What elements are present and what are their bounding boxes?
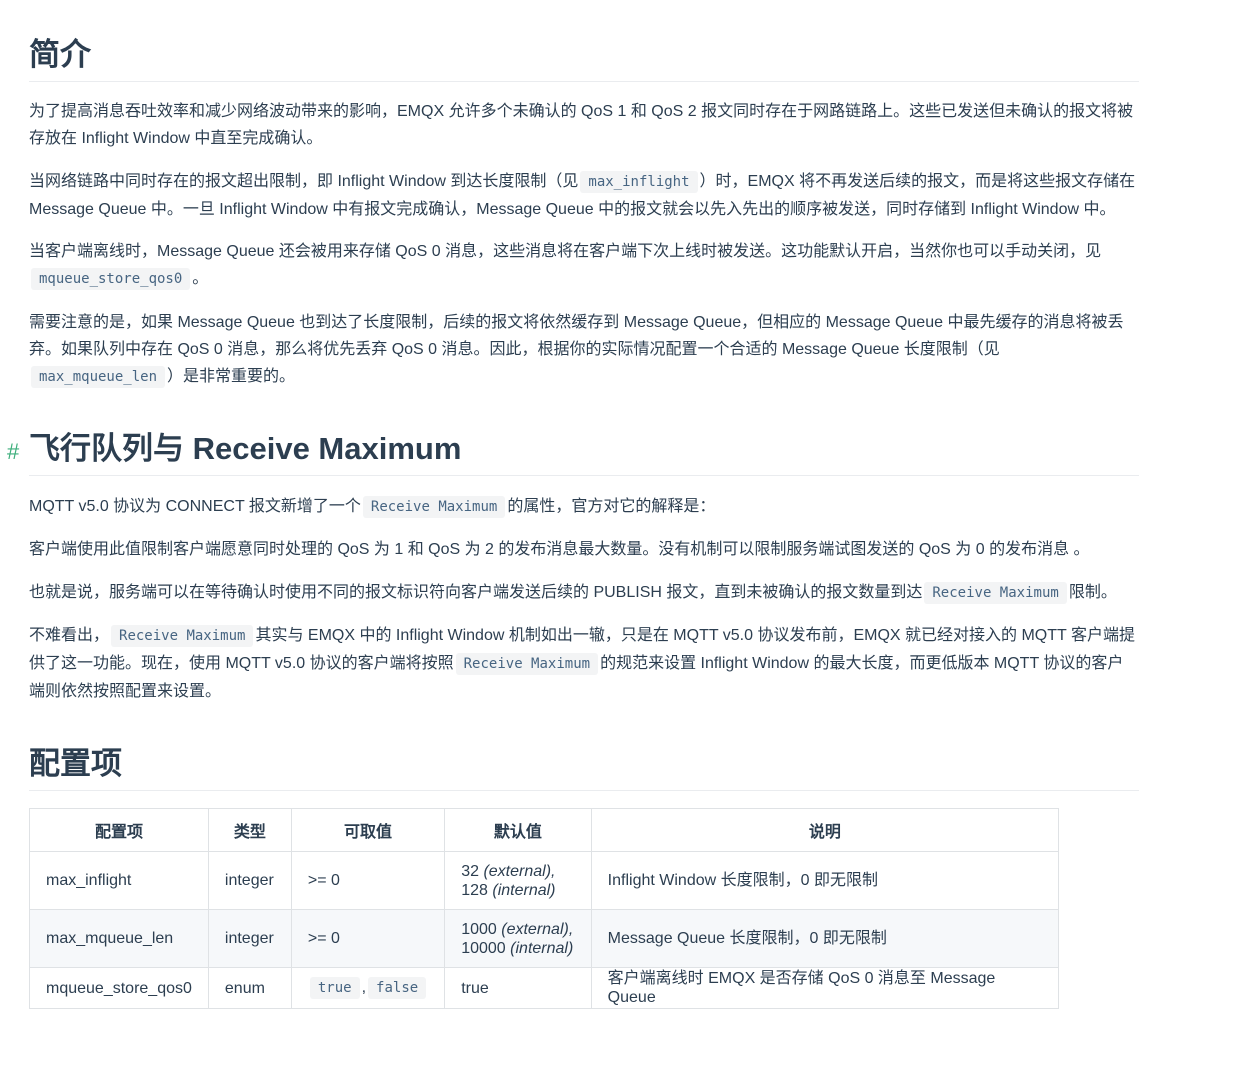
receive-maximum-code: Receive Maximum bbox=[362, 496, 506, 518]
receive-paragraph-4: 不难看出， Receive Maximum 其实与 EMQX 中的 Inflight… bbox=[29, 625, 1135, 700]
intro-heading: 简介 bbox=[29, 36, 1139, 82]
table-row: mqueue_store_qos0 enum true, false true 客… bbox=[29, 967, 1060, 1009]
max-inflight-code: max_inflight bbox=[580, 171, 698, 193]
config-name-cell: mqueue_store_qos0 bbox=[29, 967, 209, 1009]
column-header: 配置项 bbox=[29, 808, 209, 852]
column-header: 可取值 bbox=[290, 808, 446, 852]
config-type-cell: enum bbox=[207, 967, 292, 1009]
column-header: 说明 bbox=[590, 808, 1060, 852]
config-range-cell: >= 0 bbox=[290, 909, 446, 968]
config-default-cell: 1000 (external), 10000 (internal) bbox=[444, 909, 592, 968]
column-header: 类型 bbox=[207, 808, 292, 852]
table-header-row: 配置项 类型 可取值 默认值 说明 bbox=[29, 808, 1060, 852]
false-code: false bbox=[368, 977, 427, 999]
true-code: true bbox=[309, 977, 360, 999]
config-default-cell: true bbox=[444, 967, 592, 1009]
column-header: 默认值 bbox=[444, 808, 592, 852]
config-desc-cell: 客户端离线时 EMQX 是否存储 QoS 0 消息至 Message Queue bbox=[590, 967, 1060, 1009]
config-heading: 配置项 bbox=[29, 745, 1139, 791]
intro-paragraph-3: 当客户端离线时，Message Queue 还会被用来存储 QoS 0 消息，这… bbox=[29, 238, 1139, 293]
intro-paragraph-1: 为了提高消息吞吐效率和减少网络波动带来的影响，EMQX 允许多个未确认的 QoS… bbox=[29, 103, 1134, 147]
config-name-cell: max_inflight bbox=[29, 851, 209, 910]
intro-paragraph-4: 需要注意的是，如果 Message Queue 也到达了长度限制，后续的报文将依… bbox=[29, 309, 1129, 391]
receive-paragraph-1: MQTT v5.0 协议为 CONNECT 报文新增了一个 Receive Max… bbox=[29, 493, 1139, 521]
receive-paragraph-3: 也就是说，服务端可以在等待确认时使用不同的报文标识符向客户端发送后续的 PUBL… bbox=[29, 579, 1139, 607]
receive-maximum-code: Receive Maximum bbox=[111, 625, 254, 647]
receive-paragraph-2: 客户端使用此值限制客户端愿意同时处理的 QoS 为 1 和 QoS 为 2 的发… bbox=[29, 541, 1090, 558]
mqueue-store-qos0-code: mqueue_store_qos0 bbox=[31, 268, 191, 290]
config-table: 配置项 类型 可取值 默认值 说明 max_inflight integer >… bbox=[29, 808, 1060, 1009]
receive-maximum-code: Receive Maximum bbox=[455, 653, 599, 675]
receive-maximum-code: Receive Maximum bbox=[924, 582, 1067, 604]
heading-anchor-link[interactable]: # bbox=[7, 438, 19, 466]
table-row: max_inflight integer >= 0 32 (external),… bbox=[29, 851, 1060, 910]
receive-maximum-heading: # 飞行队列与 Receive Maximum bbox=[7, 430, 1139, 476]
config-range-cell: >= 0 bbox=[290, 851, 446, 910]
table-row: max_mqueue_len integer >= 0 1000 (extern… bbox=[29, 909, 1060, 968]
config-range-cell: true, false bbox=[290, 967, 446, 1009]
config-default-cell: 32 (external), 128 (internal) bbox=[444, 851, 592, 910]
max-mqueue-len-code: max_mqueue_len bbox=[31, 366, 166, 388]
config-desc-cell: Message Queue 长度限制，0 即无限制 bbox=[590, 909, 1060, 968]
config-type-cell: integer bbox=[207, 851, 292, 910]
config-type-cell: integer bbox=[207, 909, 292, 968]
config-name-cell: max_mqueue_len bbox=[29, 909, 209, 968]
config-desc-cell: Inflight Window 长度限制，0 即无限制 bbox=[590, 851, 1060, 910]
intro-paragraph-2: 当网络链路中同时存在的报文超出限制，即 Inflight Window 到达长度… bbox=[29, 171, 1136, 218]
